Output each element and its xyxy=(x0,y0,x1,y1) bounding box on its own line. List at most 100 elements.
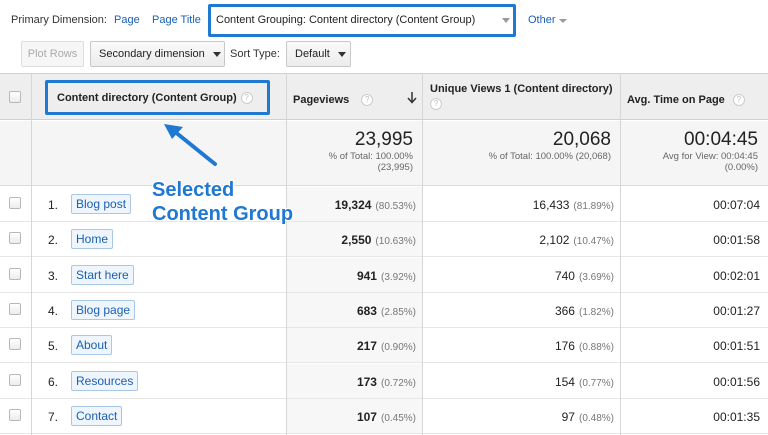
help-icon[interactable]: ? xyxy=(732,94,745,107)
row-checkbox[interactable] xyxy=(9,302,21,315)
pageviews-cell: 107 (0.45%) xyxy=(357,410,416,424)
row-number: 4. xyxy=(48,303,59,318)
row-checkbox[interactable] xyxy=(9,373,21,386)
sort-type-value: Default xyxy=(295,48,330,60)
pageviews-cell: 173 (0.72%) xyxy=(357,375,416,389)
pageviews-percent: (0.90%) xyxy=(380,342,416,354)
content-group-link[interactable]: About xyxy=(71,335,113,356)
unique-views-value: 176 xyxy=(554,339,575,354)
dimension-link-page[interactable]: Page xyxy=(114,14,140,26)
pageviews-cell: 217 (0.90%) xyxy=(357,339,416,353)
column-header-pageviews[interactable]: Pageviews? xyxy=(293,94,374,107)
total-avg-time-percent: (0.00%) xyxy=(724,162,758,173)
unique-views-percent: (10.47%) xyxy=(573,236,614,248)
content-group-link[interactable]: Contact xyxy=(71,405,123,426)
annotation-line-2: Content Group xyxy=(152,203,294,225)
plot-rows-button[interactable]: Plot Rows xyxy=(21,41,84,67)
avg-time-cell: 00:01:51 xyxy=(713,339,760,353)
unique-views-percent: (0.88%) xyxy=(578,342,614,354)
row-checkbox[interactable] xyxy=(9,232,21,245)
unique-views-cell: 366 (1.82%) xyxy=(555,304,614,318)
table-row: 1. Blog post 19,324 (80.53%) 16,433 (81.89%) 0… xyxy=(0,187,768,222)
content-group-link[interactable]: Blog post xyxy=(71,194,132,214)
total-unique-views: 20,068 % of Total: 100.00% (20,068) xyxy=(489,129,611,162)
content-group-link[interactable]: Start here xyxy=(71,264,134,285)
pageviews-percent: (80.53%) xyxy=(375,201,416,212)
unique-views-value: 97 xyxy=(561,409,575,424)
content-group-link[interactable]: Blog page xyxy=(71,299,136,320)
total-pageviews-of-total: (23,995) xyxy=(377,162,413,173)
chevron-down-icon xyxy=(337,51,346,57)
sort-type-label: Sort Type: xyxy=(230,48,280,60)
row-number: 5. xyxy=(48,339,59,354)
row-number: 7. xyxy=(48,409,59,424)
row-checkbox[interactable] xyxy=(9,197,21,209)
help-icon[interactable]: ? xyxy=(361,94,374,107)
content-group-link[interactable]: Resources xyxy=(71,370,139,391)
unique-views-percent: (0.48%) xyxy=(578,412,614,424)
pageviews-value: 19,324 xyxy=(334,198,372,212)
pageviews-cell: 941 (3.92%) xyxy=(357,269,416,283)
column-divider xyxy=(31,73,32,435)
column-header-unique-views[interactable]: Unique Views 1 (Content directory)? xyxy=(430,83,613,110)
total-pageviews-percent: % of Total: 100.00% xyxy=(328,151,413,162)
avg-time-value: 00:01:56 xyxy=(713,374,760,389)
row-number: 3. xyxy=(48,268,59,283)
row-checkbox[interactable] xyxy=(9,408,21,421)
avg-time-value: 00:01:27 xyxy=(713,303,760,318)
row-checkbox[interactable] xyxy=(9,338,21,351)
content-grouping-selector[interactable]: Content Grouping: Content directory (Con… xyxy=(216,14,475,26)
dimension-link-page-title[interactable]: Page Title xyxy=(152,14,201,26)
column-divider xyxy=(286,73,287,435)
table-row: 3. Start here 941 (3.92%) 740 (3.69%) 00:02:01 xyxy=(0,257,768,293)
unique-views-cell: 740 (3.69%) xyxy=(555,269,614,283)
pageviews-value: 941 xyxy=(356,268,377,283)
select-all-checkbox[interactable] xyxy=(9,91,21,103)
chevron-down-icon xyxy=(212,51,221,57)
chevron-down-icon[interactable] xyxy=(559,19,567,23)
unique-views-value: 154 xyxy=(554,374,575,389)
secondary-dimension-dropdown[interactable]: Secondary dimension xyxy=(90,41,225,67)
pageviews-cell: 683 (2.85%) xyxy=(357,304,416,318)
avg-time-cell: 00:01:56 xyxy=(713,375,760,389)
column-header-pageviews-label: Pageviews xyxy=(293,94,350,106)
avg-time-cell: 00:01:35 xyxy=(713,410,760,424)
row-checkbox[interactable] xyxy=(9,267,21,280)
pageviews-value: 107 xyxy=(356,409,377,424)
column-header-unique-views-label: Unique Views 1 (Content directory) xyxy=(430,83,613,95)
row-number: 1. xyxy=(48,198,59,212)
unique-views-value: 16,433 xyxy=(532,198,570,212)
column-divider xyxy=(620,73,621,435)
unique-views-cell: 16,433 (81.89%) xyxy=(533,198,614,212)
table-row: 4. Blog page 683 (2.85%) 366 (1.82%) 00:01:27 xyxy=(0,292,768,328)
totals-row: 23,995 % of Total: 100.00% (23,995) 20,0… xyxy=(0,121,768,186)
unique-views-percent: (3.69%) xyxy=(578,271,614,283)
pageviews-cell: 19,324 (80.53%) xyxy=(335,198,416,212)
avg-time-cell: 00:01:58 xyxy=(713,233,760,247)
pageviews-percent: (0.45%) xyxy=(380,412,416,424)
column-header-avg-time[interactable]: Avg. Time on Page? xyxy=(627,94,745,107)
unique-views-value: 740 xyxy=(554,268,575,283)
total-avg-time-for-view: Avg for View: 00:04:45 xyxy=(662,151,758,162)
unique-views-cell: 97 (0.48%) xyxy=(562,410,614,424)
unique-views-value: 2,102 xyxy=(539,233,570,248)
total-unique-views-percent: % of Total: 100.00% (20,068) xyxy=(488,151,611,162)
content-group-link[interactable]: Home xyxy=(71,229,114,250)
total-unique-views-value: 20,068 xyxy=(552,129,611,150)
avg-time-value: 00:01:51 xyxy=(713,339,760,354)
column-divider xyxy=(422,73,423,435)
unique-views-cell: 154 (0.77%) xyxy=(555,375,614,389)
selected-content-group-annotation: Selected Content Group xyxy=(152,178,293,226)
unique-views-percent: (0.77%) xyxy=(578,377,614,389)
unique-views-cell: 176 (0.88%) xyxy=(555,339,614,353)
dimension-link-other[interactable]: Other xyxy=(528,14,556,26)
primary-dimension-label: Primary Dimension: xyxy=(11,14,107,26)
pageviews-percent: (10.63%) xyxy=(375,236,416,248)
help-icon[interactable]: ? xyxy=(430,98,442,110)
avg-time-value: 00:07:04 xyxy=(713,198,760,212)
sort-type-dropdown[interactable]: Default xyxy=(286,41,351,67)
sort-down-arrow-icon[interactable] xyxy=(407,91,417,104)
table-row: 6. Resources 173 (0.72%) 154 (0.77%) 00:01:56 xyxy=(0,363,768,399)
chevron-down-icon[interactable] xyxy=(502,18,510,23)
dimension-header-highlight-box xyxy=(45,80,270,115)
